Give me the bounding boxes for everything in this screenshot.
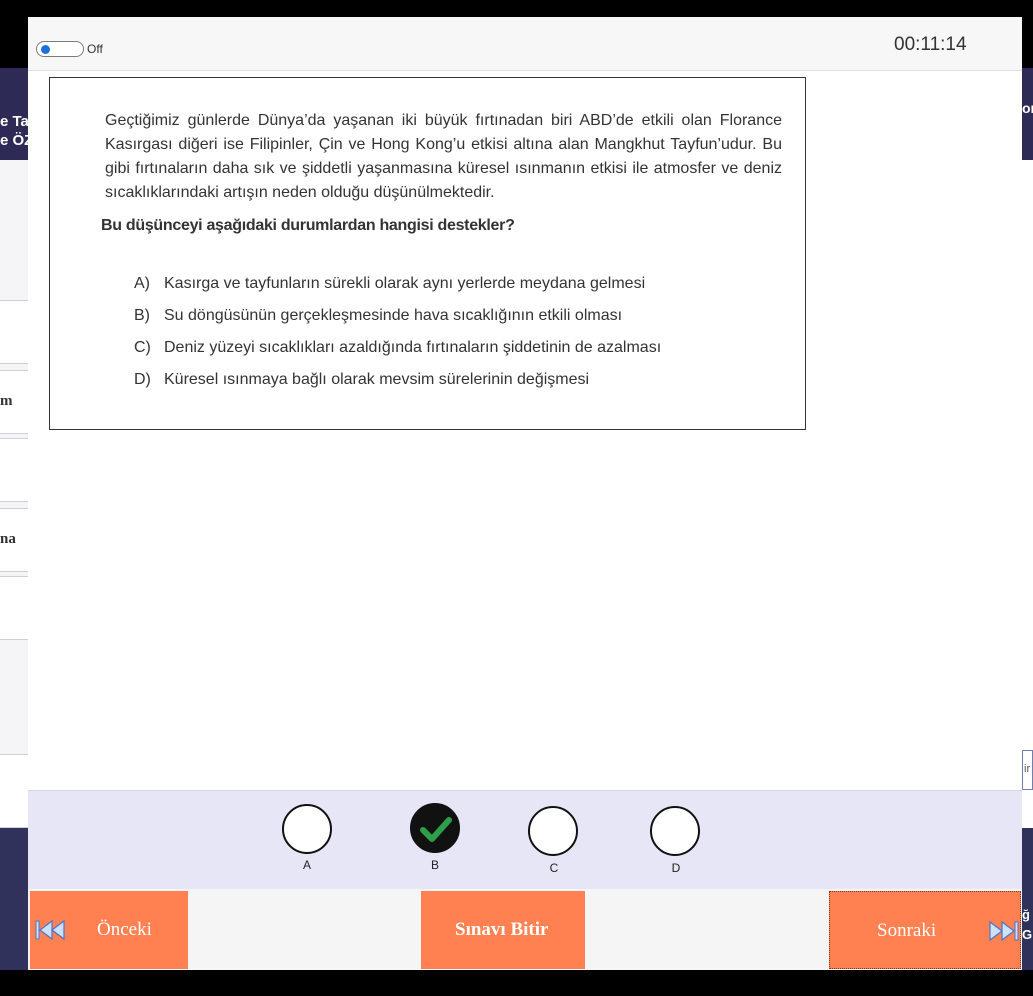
background-card — [0, 576, 28, 640]
background-card — [0, 300, 28, 364]
next-label: Sonraki — [877, 920, 937, 941]
background-card — [0, 754, 28, 828]
choice-text: Deniz yüzeyi sıcaklıkları azaldığında fı… — [164, 339, 662, 356]
finish-exam-button[interactable]: Sınavı Bitir — [421, 891, 585, 969]
answer-sheet: A B C D — [28, 790, 1022, 889]
choice-a: A) Kasırga ve tayfunların sürekli olarak … — [134, 275, 645, 293]
answer-label-a: A — [302, 858, 311, 872]
background-right-text: on — [1022, 100, 1033, 116]
answer-bubble-d[interactable] — [650, 806, 700, 856]
choice-text: Küresel ısınmaya bağlı olarak mevsim sür… — [164, 371, 590, 388]
previous-label: Önceki — [97, 919, 152, 940]
skip-forward-icon — [989, 920, 1019, 942]
background-right-input: ir — [1022, 750, 1033, 790]
choice-letter: A) — [134, 275, 150, 292]
answer-bubble-a[interactable] — [282, 804, 332, 854]
answer-label-c: C — [549, 861, 559, 875]
previous-button[interactable]: Önceki — [30, 891, 188, 969]
answer-label-d: D — [671, 861, 681, 875]
choice-text: Kasırga ve tayfunların sürekli olarak ay… — [164, 275, 646, 292]
background-right-panel — [1022, 160, 1033, 828]
background-right-footer-text: ğ G — [1022, 905, 1032, 945]
answer-label-b: B — [430, 858, 439, 872]
finish-exam-label: Sınavı Bitir — [455, 919, 549, 940]
choice-d: D) Küresel ısınmaya bağlı olarak mevsim s… — [134, 371, 589, 389]
background-card-label: m — [0, 393, 13, 409]
background-right-footer-line-1: ğ — [1022, 907, 1030, 922]
question-passage: Geçtiğimiz günlerde Dünya’da yaşanan iki… — [105, 112, 782, 201]
background-card — [0, 438, 28, 502]
exam-modal: Off 00:11:14 Geçtiğimiz günlerde Dünya’d… — [28, 17, 1022, 970]
accessibility-toggle[interactable] — [36, 41, 84, 57]
question-box: Geçtiğimiz günlerde Dünya’da yaşanan iki… — [49, 77, 806, 430]
toggle-label: Off — [87, 42, 103, 56]
toggle-knob — [41, 45, 50, 54]
exam-navbar: Önceki Sınavı Bitir Sonraki — [28, 889, 1022, 970]
question-prompt: Bu düşünceyi aşağıdaki durumlardan hangi… — [101, 217, 515, 234]
exam-timer: 00:11:14 — [894, 34, 967, 55]
choice-b: B) Su döngüsünün gerçekleşmesinde hava sı… — [134, 307, 622, 325]
choice-text: Su döngüsünün gerçekleşmesinde hava sıca… — [164, 307, 623, 324]
answer-bubble-c[interactable] — [528, 806, 578, 856]
choice-letter: C) — [134, 339, 151, 356]
background-card-label: na — [0, 531, 16, 547]
background-footer-left — [0, 828, 28, 970]
choice-letter: B) — [134, 307, 150, 324]
check-icon — [420, 817, 452, 842]
choice-letter: D) — [134, 371, 151, 388]
choice-c: C) Deniz yüzeyi sıcaklıkları azaldığında … — [134, 339, 661, 357]
skip-back-icon — [35, 919, 65, 941]
next-button[interactable]: Sonraki — [829, 891, 1021, 969]
background-footer-right — [1022, 828, 1033, 970]
answer-bubble-b[interactable] — [410, 803, 460, 853]
background-right-input-text: ir — [1024, 763, 1031, 775]
exam-topbar: Off 00:11:14 — [28, 17, 1022, 71]
background-left-panel: m na — [0, 160, 28, 828]
background-right-footer-line-2: G — [1022, 927, 1033, 942]
